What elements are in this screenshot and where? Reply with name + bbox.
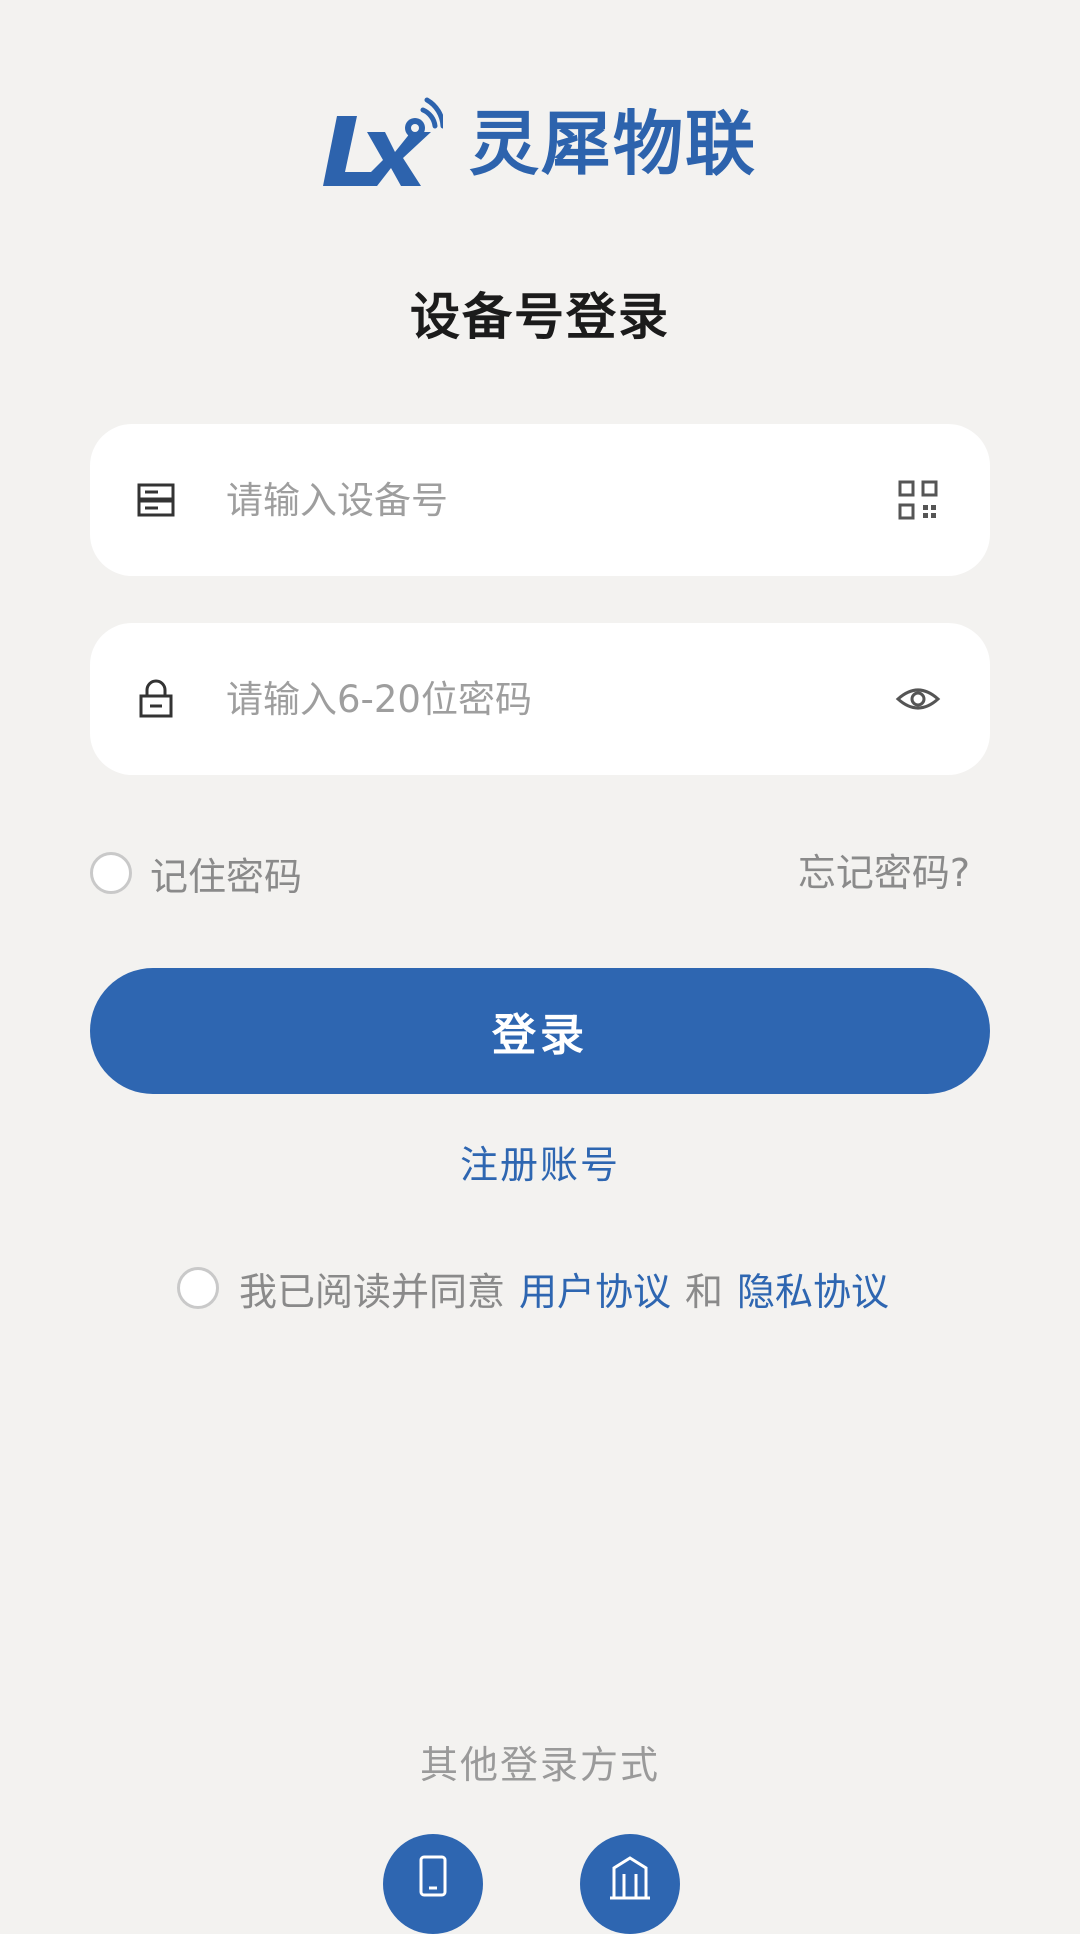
register-link[interactable]: 注册账号 — [0, 1138, 1080, 1192]
lock-icon — [139, 679, 173, 718]
app-logo: 灵犀物联 — [0, 96, 1080, 192]
remember-checkbox[interactable] — [90, 852, 132, 894]
agreement-row: 我已阅读并同意 用户协议 和 隐私协议 — [0, 1262, 1080, 1314]
qr-code-icon[interactable] — [892, 474, 944, 526]
privacy-agreement-link[interactable]: 隐私协议 — [737, 1261, 889, 1316]
device-card-icon — [137, 483, 175, 517]
user-agreement-link[interactable]: 用户协议 — [519, 1261, 671, 1316]
page-title: 设备号登录 — [410, 288, 670, 346]
remember-password[interactable]: 记住密码 — [90, 848, 303, 899]
phone-icon — [419, 1855, 447, 1897]
agreement-checkbox[interactable] — [176, 1267, 219, 1309]
agreement-prefix: 我已阅读并同意 — [238, 1269, 505, 1314]
logo-name: 灵犀物联 — [469, 103, 757, 185]
password-field[interactable] — [90, 623, 990, 775]
password-input[interactable] — [226, 659, 846, 739]
agreement-and: 和 — [685, 1269, 724, 1314]
organization-login-button[interactable] — [580, 1834, 680, 1934]
logo-mark-icon — [323, 97, 443, 186]
phone-login-button[interactable] — [383, 1834, 483, 1934]
remember-label: 记住密码 — [150, 854, 303, 899]
building-icon — [610, 1856, 650, 1900]
other-login-title: 其他登录方式 — [419, 1743, 660, 1787]
login-button[interactable]: 登录 — [90, 968, 990, 1094]
device-number-field[interactable] — [90, 424, 990, 576]
forgot-password-link[interactable]: 忘记密码? — [798, 848, 970, 898]
device-number-input[interactable] — [226, 460, 846, 540]
eye-icon[interactable] — [892, 673, 944, 725]
